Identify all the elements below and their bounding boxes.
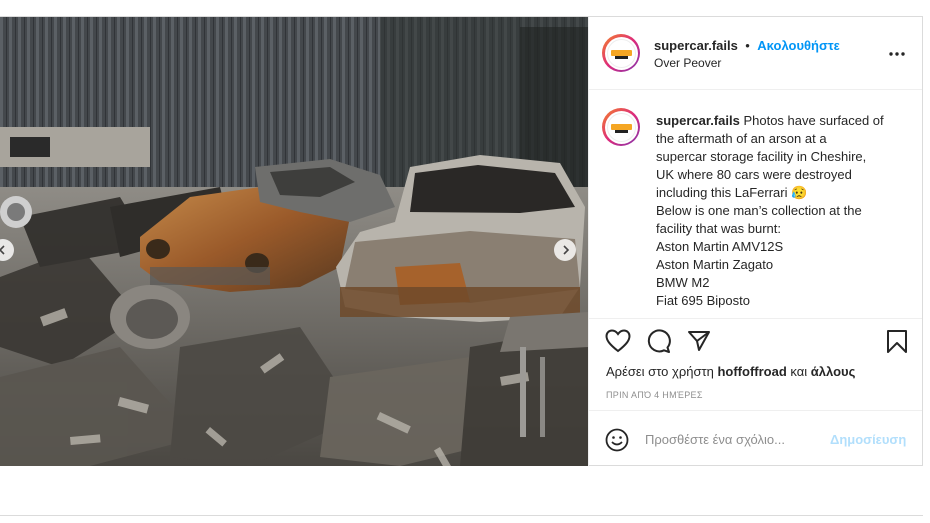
caption-username[interactable]: supercar.fails <box>656 113 740 128</box>
share-button[interactable] <box>687 329 711 358</box>
follow-button[interactable]: Ακολουθήστε <box>757 38 840 53</box>
chevron-left-icon <box>0 245 5 255</box>
likes-connector: και <box>790 364 808 379</box>
caption-line: Below is one man’s collection at the <box>656 203 862 218</box>
caption-line: Fiat 695 Biposto <box>656 293 750 308</box>
post-header: supercar.fails • Ακολουθήστε Over Peover <box>589 17 922 90</box>
action-bar <box>589 327 922 367</box>
more-horizontal-icon <box>889 52 905 56</box>
smiley-icon <box>605 428 629 452</box>
post-side-panel: supercar.fails • Ακολουθήστε Over Peover… <box>588 17 922 466</box>
liked-by-user-link[interactable]: hoffoffroad <box>717 364 786 379</box>
header-username[interactable]: supercar.fails <box>654 38 738 53</box>
chevron-right-icon <box>563 245 570 255</box>
comment-icon <box>647 329 671 353</box>
caption-line: Aston Martin AMV12S <box>656 239 784 254</box>
caption-line: the aftermath of an arson at a <box>656 131 827 146</box>
heart-icon <box>605 329 631 353</box>
emoji-button[interactable] <box>605 428 629 457</box>
caption-line: Photos have surfaced of <box>743 113 884 128</box>
next-image-button[interactable] <box>554 239 576 261</box>
comment-button[interactable] <box>646 329 671 359</box>
more-options-button[interactable] <box>889 43 905 61</box>
comment-bar: Προσθέστε ένα σχόλιο... Δημοσίευση <box>589 410 922 467</box>
burnt-cars-photo <box>0 17 588 466</box>
send-icon <box>688 331 710 351</box>
likes-summary: Αρέσει στο χρήστη hoffoffroad και άλλους <box>606 364 855 379</box>
like-button[interactable] <box>605 329 631 358</box>
avatar[interactable] <box>602 34 640 72</box>
location-link[interactable]: Over Peover <box>654 56 721 70</box>
likes-prefix: Αρέσει στο χρήστη <box>606 364 714 379</box>
post-comment-button[interactable]: Δημοσίευση <box>830 432 906 447</box>
bookmark-icon <box>887 330 907 353</box>
caption-line: UK where 80 cars were destroyed <box>656 167 852 182</box>
caption-line: facility that was burnt: <box>656 221 781 236</box>
supercar-fails-logo-icon <box>606 112 636 142</box>
comment-input[interactable]: Προσθέστε ένα σχόλιο... <box>645 432 785 447</box>
caption-avatar[interactable] <box>602 108 640 146</box>
caption-line: BMW M2 <box>656 275 710 290</box>
header-separator: • <box>745 38 750 53</box>
caption-line: supercar storage facility in Cheshire, <box>656 149 867 164</box>
save-button[interactable] <box>886 329 908 359</box>
divider <box>0 515 923 516</box>
caption-area: supercar.fails Photos have surfaced of t… <box>589 90 922 319</box>
post-timestamp[interactable]: ΠΡΙΝ ΑΠΌ 4 ΗΜΈΡΕΣ <box>606 390 703 400</box>
caption-line: Aston Martin Zagato <box>656 257 774 272</box>
caption-line: including this LaFerrari 😥 <box>656 185 808 200</box>
liked-by-others-link[interactable]: άλλους <box>811 364 856 379</box>
supercar-fails-logo-icon <box>606 38 636 68</box>
caption-text: supercar.fails Photos have surfaced of t… <box>656 112 906 310</box>
post-image[interactable] <box>0 17 588 466</box>
instagram-post: supercar.fails • Ακολουθήστε Over Peover… <box>0 16 923 466</box>
